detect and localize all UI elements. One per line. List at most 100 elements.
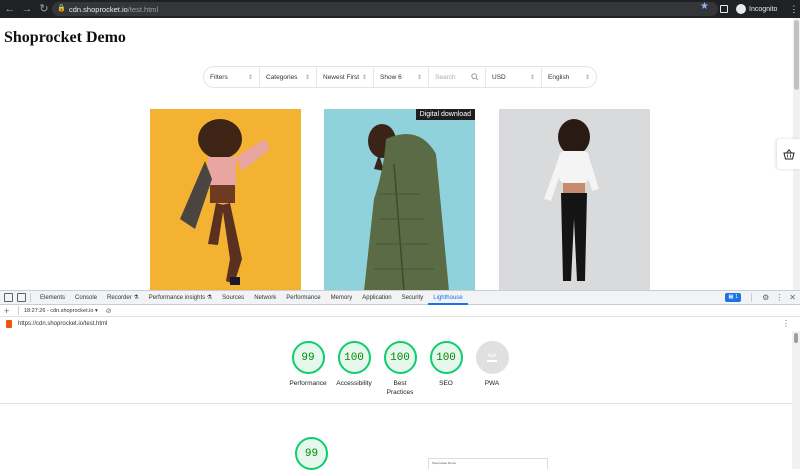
tab-console[interactable]: Console: [70, 291, 102, 305]
gauge-pwa[interactable]: PWA PWA: [467, 341, 517, 388]
chevron-down-icon: ▾: [94, 307, 98, 314]
gauge-label: SEO: [439, 380, 453, 387]
profile-label: Incognito: [749, 5, 778, 13]
score-ring: 100: [337, 341, 371, 374]
browser-menu-icon[interactable]: ⋮: [789, 4, 798, 15]
gauge-best-practices[interactable]: 100 Best Practices: [375, 341, 425, 397]
search-icon[interactable]: [471, 73, 479, 81]
tab-recorder[interactable]: Recorder ⚗: [102, 291, 144, 305]
section-divider: [0, 403, 792, 404]
side-panel-icon[interactable]: [720, 5, 728, 13]
page-viewport: Shoprocket Demo Filters ⇕ Categories ⇕ New…: [0, 18, 793, 290]
tab-elements[interactable]: Elements: [35, 291, 70, 305]
device-toolbar-icon[interactable]: [17, 293, 26, 302]
select-caret-icon: ⇕: [247, 74, 253, 81]
select-caret-icon: ⇕: [361, 74, 367, 81]
browser-toolbar: ← → ↻ 🔒 cdn.shoprocket.io/test.html ★ In…: [0, 0, 800, 18]
new-report-icon[interactable]: +: [4, 306, 14, 316]
pwa-badge-text: PWA: [487, 353, 497, 359]
pwa-badge: PWA: [475, 341, 509, 374]
gauge-label: Best Practices: [386, 380, 414, 396]
reload-icon[interactable]: ↻: [37, 2, 51, 16]
issues-count: 1: [735, 294, 739, 300]
clear-reports-icon[interactable]: ⊘: [106, 307, 112, 315]
select-caret-icon: ⇕: [584, 74, 590, 81]
gauge-accessibility[interactable]: 100 Accessibility: [329, 341, 379, 388]
issues-badge[interactable]: ▦ 1: [725, 293, 742, 302]
tab-application[interactable]: Application: [357, 291, 396, 305]
product-card[interactable]: [499, 109, 650, 290]
score-ring: 99: [291, 341, 325, 374]
gear-icon[interactable]: ⚙: [762, 293, 769, 302]
gauge-label: Performance: [289, 380, 327, 387]
page-screenshot-thumbnail[interactable]: Shoprocket Demo: [428, 458, 548, 469]
currency-select[interactable]: USD ⇕: [486, 67, 542, 87]
search-placeholder: Search: [435, 73, 456, 81]
address-url: cdn.shoprocket.io/test.html: [69, 4, 159, 14]
tab-performance[interactable]: Performance: [281, 291, 325, 305]
product-badge: Digital download: [415, 109, 475, 120]
currency-label: USD: [492, 73, 506, 81]
filters-select[interactable]: Filters ⇕: [204, 67, 260, 87]
filters-label: Filters: [210, 73, 228, 81]
back-icon[interactable]: ←: [3, 2, 17, 16]
incognito-icon: [736, 4, 746, 14]
tab-lighthouse[interactable]: Lighthouse: [428, 291, 468, 305]
devtools-panel: Elements Console Recorder ⚗ Performance …: [0, 290, 800, 470]
lighthouse-icon: [6, 320, 12, 328]
product-card[interactable]: Digital download: [324, 109, 475, 290]
categories-select[interactable]: Categories ⇕: [260, 67, 317, 87]
profile-button[interactable]: Incognito: [736, 4, 777, 14]
report-selector[interactable]: 18:27:26 - cdn.shoprocket.io ▾: [24, 308, 98, 314]
pwa-dash: [487, 360, 497, 362]
gauge-performance[interactable]: 99 Performance: [283, 341, 333, 388]
score-ring: 100: [383, 341, 417, 374]
score-ring: 100: [429, 341, 463, 374]
tab-memory[interactable]: Memory: [326, 291, 358, 305]
lock-icon[interactable]: 🔒: [57, 5, 66, 13]
select-caret-icon: ⇕: [304, 74, 310, 81]
filter-bar: Filters ⇕ Categories ⇕ Newest First ⇕ Show …: [203, 66, 597, 88]
thumbnail-title: Shoprocket Demo: [432, 461, 457, 465]
show-count-label: Show 6: [380, 73, 402, 81]
page-title: Shoprocket Demo: [4, 29, 126, 46]
page-scroll-thumb[interactable]: [794, 20, 799, 90]
report-url[interactable]: https://cdn.shoprocket.io/test.html: [18, 321, 107, 327]
cart-button[interactable]: [777, 139, 800, 169]
devtools-scroll-thumb[interactable]: [794, 333, 798, 343]
tab-security[interactable]: Security: [397, 291, 429, 305]
divider: [751, 293, 753, 302]
divider: [18, 306, 19, 315]
devtools-tab-bar: Elements Console Recorder ⚗ Performance …: [0, 291, 800, 305]
divider: [30, 293, 31, 302]
product-image[interactable]: [150, 109, 301, 290]
language-select[interactable]: English ⇕: [542, 67, 596, 87]
categories-label: Categories: [266, 73, 298, 81]
bookmark-star-icon[interactable]: ★: [700, 1, 709, 12]
devtools-menu-icon[interactable]: ⋮: [775, 293, 783, 302]
report-url-bar: https://cdn.shoprocket.io/test.html ⋮: [0, 317, 800, 331]
report-menu-icon[interactable]: ⋮: [782, 319, 790, 328]
basket-icon: [782, 148, 795, 159]
forward-icon[interactable]: →: [20, 2, 34, 16]
sort-select[interactable]: Newest First ⇕: [317, 67, 374, 87]
select-caret-icon: ⇕: [416, 74, 422, 81]
tab-network[interactable]: Network: [249, 291, 281, 305]
gauge-label: Accessibility: [336, 380, 372, 387]
address-bar[interactable]: 🔒 cdn.shoprocket.io/test.html: [52, 2, 718, 16]
show-count-select[interactable]: Show 6 ⇕: [374, 67, 429, 87]
sort-label: Newest First: [323, 73, 360, 81]
tab-sources[interactable]: Sources: [217, 291, 249, 305]
product-image[interactable]: [499, 109, 650, 290]
report-selector-label: 18:27:26 - cdn.shoprocket.io: [24, 307, 94, 314]
devtools-scrollbar[interactable]: [792, 331, 800, 469]
search-input[interactable]: Search: [429, 67, 486, 87]
close-icon[interactable]: ✕: [789, 293, 796, 302]
language-label: English: [548, 73, 570, 81]
select-caret-icon: ⇕: [529, 74, 535, 81]
product-image[interactable]: [324, 109, 475, 290]
inspect-element-icon[interactable]: [4, 293, 13, 302]
tab-performance-insights[interactable]: Performance insights ⚗: [144, 291, 217, 305]
gauge-seo[interactable]: 100 SEO: [421, 341, 471, 388]
product-card[interactable]: [150, 109, 301, 290]
